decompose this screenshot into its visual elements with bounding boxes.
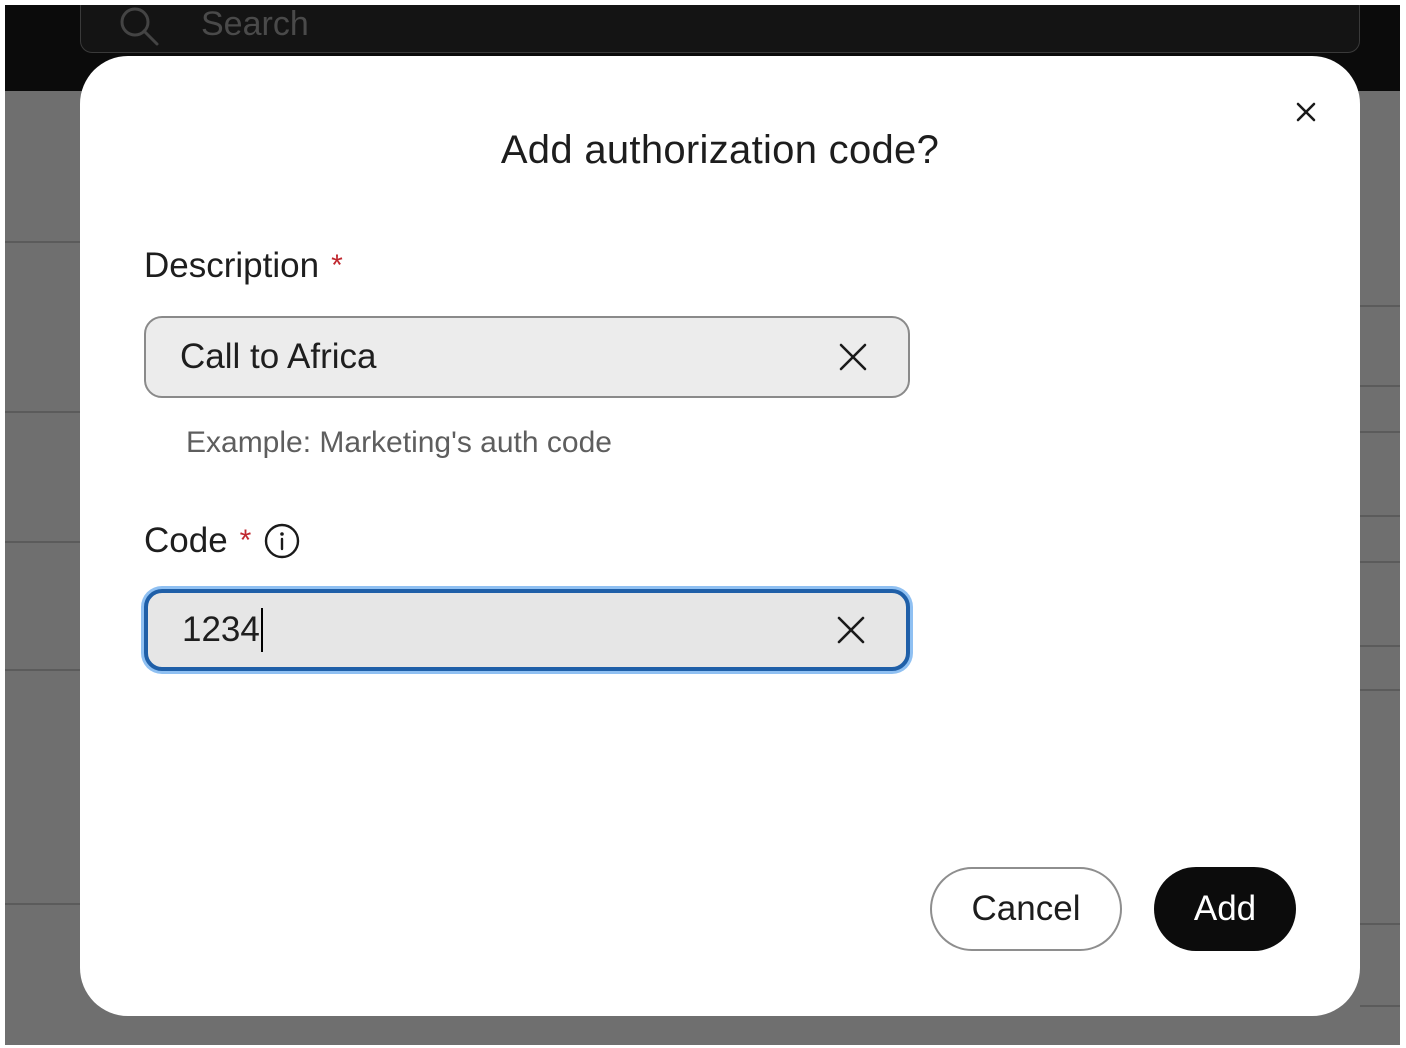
bg-divider: [1360, 515, 1400, 517]
code-clear-button[interactable]: [832, 611, 870, 649]
description-clear-button[interactable]: [834, 338, 872, 376]
clear-icon: [837, 616, 865, 644]
bg-divider: [1360, 385, 1400, 387]
required-indicator: *: [331, 249, 343, 282]
cancel-button[interactable]: Cancel: [930, 867, 1122, 951]
code-input[interactable]: 1234: [144, 589, 910, 671]
bg-divider: [1360, 689, 1400, 691]
dialog-title: Add authorization code?: [500, 128, 940, 172]
bg-divider: [5, 241, 85, 243]
required-indicator: *: [239, 524, 252, 557]
bg-divider: [5, 541, 85, 543]
bg-divider: [1360, 561, 1400, 563]
bg-divider: [1360, 305, 1400, 307]
bg-divider: [1360, 923, 1400, 925]
search-placeholder: Search: [201, 5, 309, 43]
info-icon[interactable]: [263, 522, 301, 560]
description-label: Description: [144, 246, 320, 285]
text-caret: [260, 608, 263, 652]
add-authorization-code-dialog: Add authorization code? Description * Ca…: [80, 56, 1360, 1016]
bg-divider: [1360, 645, 1400, 647]
description-input-value[interactable]: Call to Africa: [180, 318, 376, 396]
close-button[interactable]: [1286, 92, 1326, 132]
description-input[interactable]: Call to Africa: [144, 316, 910, 398]
bg-divider: [1360, 431, 1400, 433]
bg-divider: [5, 669, 85, 671]
description-helper-text: Example: Marketing's auth code: [186, 426, 612, 459]
search-icon: [120, 7, 159, 46]
bg-divider: [1360, 1005, 1400, 1007]
search-box: Search: [80, 5, 1360, 53]
bg-divider: [5, 411, 85, 413]
clear-icon: [839, 343, 867, 371]
code-input-value-wrap[interactable]: 1234: [182, 593, 263, 667]
code-label-row: Code *: [144, 521, 301, 561]
bg-divider: [5, 903, 85, 905]
code-input-value[interactable]: 1234: [182, 610, 260, 650]
close-icon: [1296, 102, 1316, 122]
code-label: Code: [144, 521, 228, 560]
add-button[interactable]: Add: [1154, 867, 1296, 951]
description-label-row: Description *: [144, 246, 343, 286]
